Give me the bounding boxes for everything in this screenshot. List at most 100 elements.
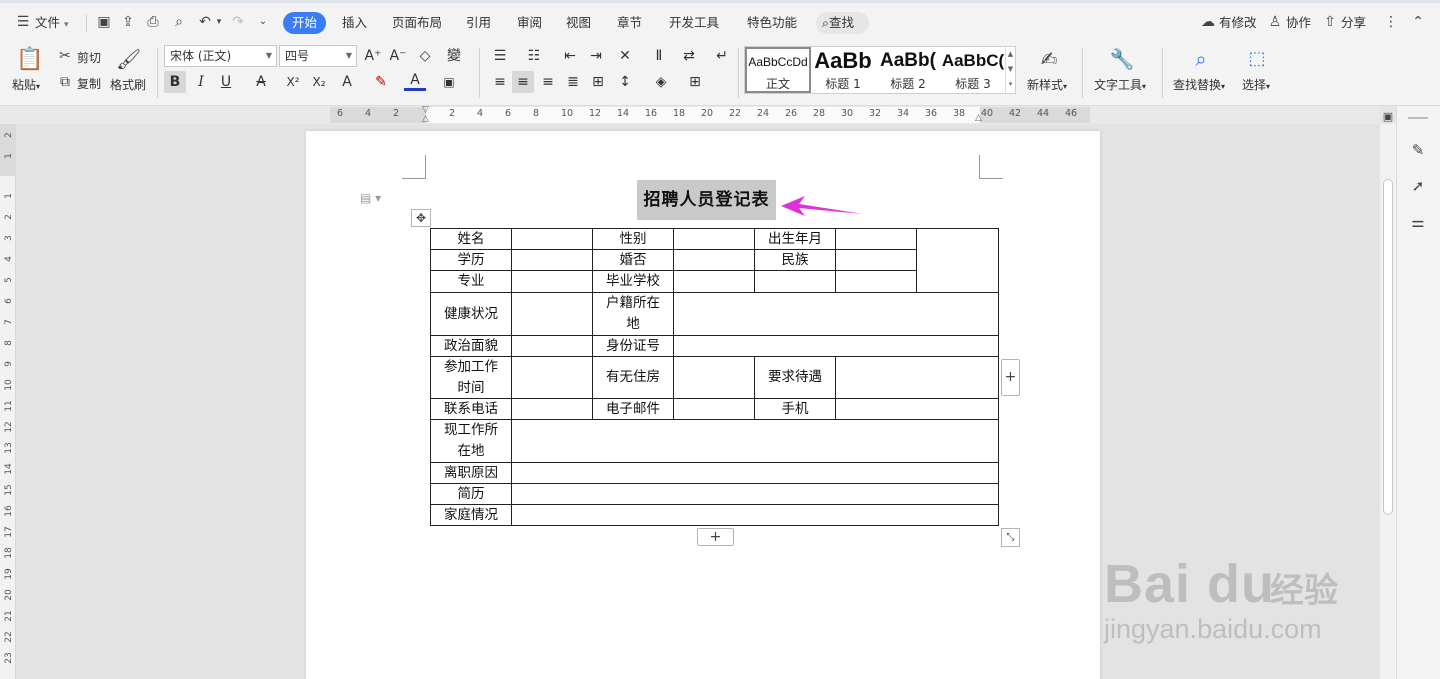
align-center-icon[interactable]: ≡ — [512, 71, 534, 93]
tab-references[interactable]: 引用 — [466, 12, 491, 34]
photo-cell[interactable] — [916, 228, 999, 293]
distribute-icon[interactable]: ⊞ — [587, 71, 609, 93]
document-title[interactable]: 招聘人员登记表 — [637, 180, 776, 220]
shrink-font-icon[interactable]: A⁻ — [387, 45, 409, 67]
table-cell[interactable] — [673, 356, 755, 399]
sort-icon[interactable]: ⇄ — [678, 45, 700, 67]
table-cell[interactable]: 出生年月 — [754, 228, 836, 250]
table-cell[interactable] — [835, 356, 999, 399]
tab-developer[interactable]: 开发工具 — [669, 12, 719, 34]
brush-icon[interactable]: 🖌 — [116, 46, 141, 72]
increase-indent-icon[interactable]: ⇥ — [585, 45, 607, 67]
table-cell[interactable] — [835, 270, 917, 293]
table-cell[interactable] — [511, 292, 593, 336]
table-cell[interactable] — [511, 249, 593, 271]
table-cell[interactable]: 家庭情况 — [430, 504, 512, 526]
table-cell[interactable]: 现工作所在地 — [430, 419, 512, 463]
table-cell[interactable]: 姓名 — [430, 228, 512, 250]
tab-view[interactable]: 视图 — [566, 12, 591, 34]
format-painter-button[interactable]: 格式刷 — [110, 76, 146, 93]
hamburger-icon[interactable]: ☰ — [14, 13, 32, 31]
add-row-button[interactable]: + — [697, 528, 734, 546]
phonetic-icon[interactable]: 變 — [443, 45, 465, 67]
table-cell[interactable]: 性别 — [592, 228, 674, 250]
grow-font-icon[interactable]: A⁺ — [362, 45, 384, 67]
table-cell[interactable] — [835, 398, 999, 420]
table-move-icon[interactable]: ✥ — [411, 209, 431, 227]
line-spacing-icon[interactable]: ↕ — [614, 71, 636, 93]
print-icon[interactable]: ⎙ — [144, 13, 162, 31]
font-name-select[interactable]: 宋体 (正文) ▼ — [164, 45, 277, 67]
text-tools-button[interactable]: 文字工具▾ — [1094, 76, 1146, 93]
table-cell[interactable] — [754, 270, 836, 293]
new-style-icon[interactable]: ✍ — [1036, 46, 1062, 72]
table-cell[interactable] — [511, 483, 999, 505]
select-icon[interactable]: ⬚ — [1244, 46, 1270, 72]
paragraph-icon[interactable]: ▤ ▾ — [360, 191, 381, 205]
wrench-icon[interactable]: 🔧 — [1109, 46, 1135, 72]
settings-sliders-icon[interactable]: ⚌ — [1408, 213, 1428, 231]
font-size-select[interactable]: 四号 ▼ — [279, 45, 357, 67]
indent-marker-icon[interactable]: ▽ △ — [420, 106, 431, 124]
collab-button[interactable]: 协作 — [1286, 12, 1311, 34]
table-cell[interactable] — [673, 228, 755, 250]
table-cell[interactable]: 户籍所在地 — [592, 292, 674, 336]
justify-icon[interactable]: ≣ — [562, 71, 584, 93]
print-preview-icon[interactable]: ⌕ — [170, 13, 188, 31]
table-cell[interactable] — [511, 462, 999, 484]
table-cell[interactable]: 身份证号 — [592, 335, 674, 357]
export-icon[interactable]: ⇪ — [119, 13, 137, 31]
tab-layout[interactable]: 页面布局 — [392, 12, 442, 34]
search-button[interactable]: ⌕查找 — [816, 12, 869, 34]
more-icon[interactable]: ⋮ — [1384, 13, 1398, 31]
right-indent-icon[interactable]: △ — [975, 113, 985, 123]
table-cell[interactable] — [511, 228, 593, 250]
table-cell[interactable] — [835, 228, 917, 250]
table-cell[interactable]: 参加工作时间 — [430, 356, 512, 399]
new-style-button[interactable]: 新样式▾ — [1027, 76, 1067, 93]
style-heading-2[interactable]: AaBb( 标题 2 — [876, 47, 940, 93]
scrollbar-thumb[interactable] — [1383, 179, 1393, 515]
table-cell[interactable] — [511, 398, 593, 420]
table-cell[interactable]: 婚否 — [592, 249, 674, 271]
copy-button[interactable]: 复制 — [77, 75, 101, 92]
underline-button[interactable]: U — [215, 71, 237, 93]
highlight-icon[interactable]: ✎ — [370, 71, 392, 93]
table-cell[interactable]: 电子邮件 — [592, 398, 674, 420]
cut-button[interactable]: 剪切 — [77, 49, 101, 66]
table-cell[interactable] — [673, 398, 755, 420]
bullets-icon[interactable]: ☰ — [489, 45, 511, 67]
table-cell[interactable]: 手机 — [754, 398, 836, 420]
table-cell[interactable] — [673, 270, 755, 293]
find-replace-button[interactable]: 查找替换▾ — [1173, 76, 1225, 93]
paste-icon[interactable]: 📋 — [16, 47, 43, 73]
table-cell[interactable]: 学历 — [430, 249, 512, 271]
table-cell[interactable]: 有无住房 — [592, 356, 674, 399]
save-icon[interactable]: ▣ — [95, 13, 113, 31]
chinese-layout-icon[interactable]: ✕ — [614, 45, 636, 67]
tab-home[interactable]: 开始 — [283, 12, 327, 34]
table-resize-icon[interactable]: ⤡ — [1001, 528, 1020, 547]
vertical-scrollbar[interactable] — [1380, 124, 1396, 679]
decrease-indent-icon[interactable]: ⇤ — [559, 45, 581, 67]
table-cell[interactable] — [511, 504, 999, 526]
add-column-button[interactable]: + — [1001, 359, 1020, 396]
table-cell[interactable]: 专业 — [430, 270, 512, 293]
char-border-icon[interactable]: ▣ — [438, 71, 460, 93]
customize-icon[interactable]: ⌄ — [256, 13, 270, 31]
text-direction-icon[interactable]: Ⅱ — [648, 45, 670, 67]
select-button[interactable]: 选择▾ — [1242, 76, 1270, 93]
shading-icon[interactable]: ◈ — [650, 71, 672, 93]
gallery-scroll[interactable]: ▲ ▼ ▾ — [1005, 47, 1015, 93]
undo-icon[interactable]: ↶ — [196, 13, 214, 31]
font-color-icon[interactable]: A — [404, 71, 426, 91]
undo-dropdown-icon[interactable]: ▾ — [214, 13, 224, 31]
table-cell[interactable]: 政治面貌 — [430, 335, 512, 357]
table-cell[interactable]: 联系电话 — [430, 398, 512, 420]
table-cell[interactable] — [673, 249, 755, 271]
style-heading-3[interactable]: AaBbC( 标题 3 — [941, 47, 1005, 93]
table-cell[interactable] — [673, 335, 999, 357]
align-left-icon[interactable]: ≡ — [489, 71, 511, 93]
pen-icon[interactable]: ✎ — [1408, 141, 1428, 159]
paste-button[interactable]: 粘贴▾ — [12, 76, 40, 93]
